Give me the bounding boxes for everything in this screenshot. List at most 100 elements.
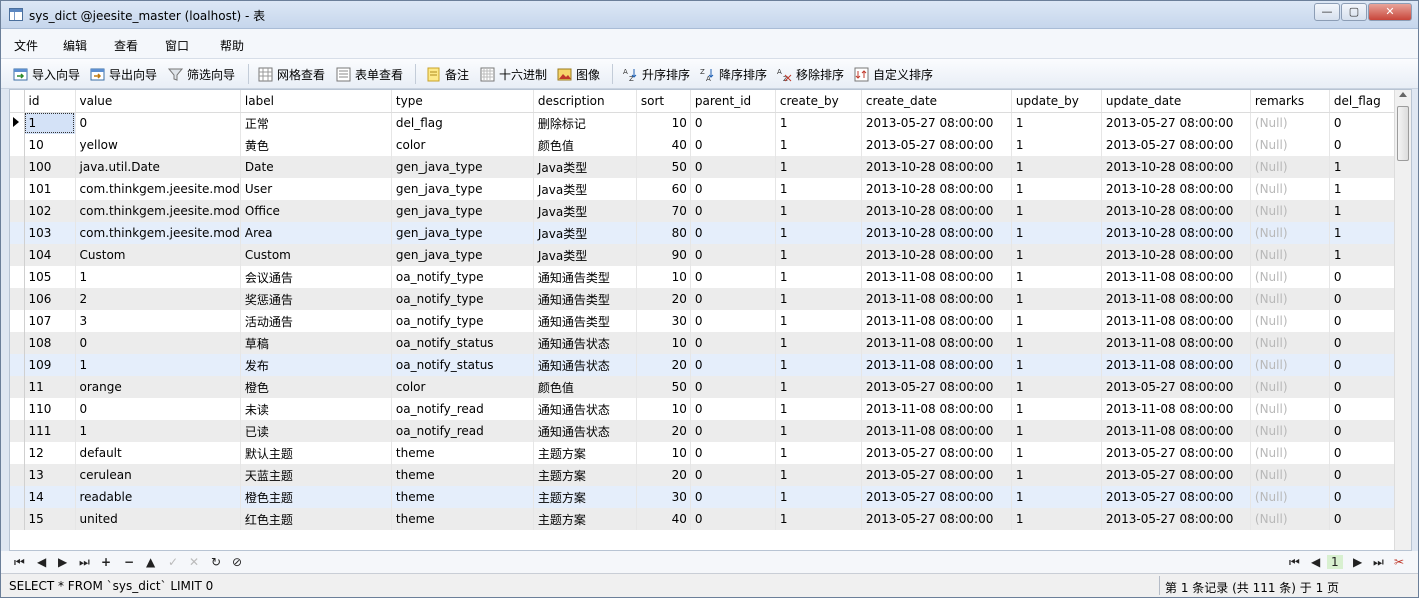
cell-type[interactable]: color (391, 376, 534, 398)
memo-button[interactable]: 备注 (426, 65, 469, 83)
cell-parent-id[interactable]: 0 (690, 332, 776, 354)
cell-update-by[interactable]: 1 (1011, 464, 1102, 486)
cell-sort[interactable]: 40 (636, 134, 691, 156)
data-grid[interactable]: id value label type description sort parent_id… (9, 89, 1412, 551)
cell-type[interactable]: oa_notify_type (391, 288, 534, 310)
cell-create-date[interactable]: 2013-11-08 08:00:00 (861, 420, 1012, 442)
cell-update-by[interactable]: 1 (1011, 134, 1102, 156)
discard-changes-icon[interactable]: ✕ (189, 555, 199, 569)
cell-label[interactable]: 橙色 (240, 376, 392, 398)
cell-update-by[interactable]: 1 (1011, 442, 1102, 464)
cell-type[interactable]: theme (391, 508, 534, 530)
cell-update-by[interactable]: 1 (1011, 376, 1102, 398)
cell-value[interactable]: com.thinkgem.jeesite.mod (75, 178, 241, 200)
cell-sort[interactable]: 30 (636, 486, 691, 508)
cell-description[interactable]: Java类型 (533, 156, 637, 178)
cell-remarks[interactable]: (Null) (1250, 310, 1330, 332)
cell-create-by[interactable]: 1 (775, 266, 862, 288)
cell-label[interactable]: Area (240, 222, 392, 244)
cell-create-by[interactable]: 1 (775, 354, 862, 376)
cell-remarks[interactable]: (Null) (1250, 464, 1330, 486)
column-header-type[interactable]: type (391, 90, 534, 113)
cell-label[interactable]: Date (240, 156, 392, 178)
import-wizard-button[interactable]: 导入向导 (13, 65, 80, 83)
cell-type[interactable]: oa_notify_status (391, 332, 534, 354)
next-record-icon[interactable]: ▶ (58, 555, 67, 569)
cell-sort[interactable]: 90 (636, 244, 691, 266)
cell-value[interactable]: yellow (75, 134, 241, 156)
cell-id[interactable]: 106 (24, 288, 76, 310)
cell-sort[interactable]: 20 (636, 420, 691, 442)
cell-id[interactable]: 111 (24, 420, 76, 442)
cell-update-date[interactable]: 2013-10-28 08:00:00 (1101, 222, 1251, 244)
cell-description[interactable]: 通知通告类型 (533, 310, 637, 332)
custom-sort-button[interactable]: 自定义排序 (854, 65, 933, 83)
cell-update-date[interactable]: 2013-10-28 08:00:00 (1101, 156, 1251, 178)
cell-label[interactable]: 未读 (240, 398, 392, 420)
cell-update-date[interactable]: 2013-10-28 08:00:00 (1101, 244, 1251, 266)
cell-id[interactable]: 109 (24, 354, 76, 376)
table-row[interactable]: 110 0 未读 oa_notify_read 通知通告状态 10 0 1 2013-11-08… (10, 398, 1406, 420)
table-row[interactable]: 103 com.thinkgem.jeesite.mod Area gen_java_… (10, 222, 1406, 244)
export-wizard-button[interactable]: 导出向导 (90, 65, 157, 83)
cell-create-by[interactable]: 1 (775, 464, 862, 486)
cell-parent-id[interactable]: 0 (690, 200, 776, 222)
cell-label[interactable]: 橙色主题 (240, 486, 392, 508)
cell-type[interactable]: gen_java_type (391, 156, 534, 178)
cell-id[interactable]: 1 (24, 112, 76, 134)
cell-sort[interactable]: 50 (636, 376, 691, 398)
row-header[interactable] (10, 398, 25, 420)
page-number[interactable]: 1 (1327, 555, 1343, 569)
add-record-icon[interactable]: + (101, 555, 111, 569)
cell-create-by[interactable]: 1 (775, 376, 862, 398)
column-header-create-date[interactable]: create_date (861, 90, 1012, 113)
row-header[interactable] (10, 200, 25, 222)
cell-value[interactable]: 1 (75, 266, 241, 288)
cell-type[interactable]: theme (391, 442, 534, 464)
table-row[interactable]: 13 cerulean 天蓝主题 theme 主题方案 20 0 1 2013-05-27 08… (10, 464, 1406, 486)
cell-type[interactable]: oa_notify_read (391, 420, 534, 442)
table-row[interactable]: 1 0 正常 del_flag 删除标记 10 0 1 2013-05-27 08:00:00 1… (10, 112, 1406, 134)
column-header-id[interactable]: id (24, 90, 76, 113)
vertical-scrollbar[interactable] (1394, 90, 1411, 550)
cell-update-by[interactable]: 1 (1011, 178, 1102, 200)
cell-description[interactable]: 通知通告状态 (533, 332, 637, 354)
cell-update-by[interactable]: 1 (1011, 288, 1102, 310)
cell-update-date[interactable]: 2013-05-27 08:00:00 (1101, 112, 1251, 134)
cell-remarks[interactable]: (Null) (1250, 200, 1330, 222)
cell-label[interactable]: Office (240, 200, 392, 222)
cell-create-date[interactable]: 2013-11-08 08:00:00 (861, 310, 1012, 332)
cell-sort[interactable]: 40 (636, 508, 691, 530)
cell-type[interactable]: gen_java_type (391, 222, 534, 244)
cell-remarks[interactable]: (Null) (1250, 222, 1330, 244)
cell-sort[interactable]: 50 (636, 156, 691, 178)
cell-sort[interactable]: 30 (636, 310, 691, 332)
menu-edit[interactable]: 编辑 (63, 37, 87, 54)
cell-description[interactable]: 主题方案 (533, 508, 637, 530)
cell-create-by[interactable]: 1 (775, 288, 862, 310)
cell-sort[interactable]: 10 (636, 332, 691, 354)
cell-id[interactable]: 108 (24, 332, 76, 354)
hex-button[interactable]: 十六进制 (480, 65, 547, 83)
cell-update-date[interactable]: 2013-10-28 08:00:00 (1101, 200, 1251, 222)
cell-parent-id[interactable]: 0 (690, 222, 776, 244)
scroll-up-icon[interactable] (1399, 92, 1407, 97)
cell-description[interactable]: Java类型 (533, 200, 637, 222)
cell-label[interactable]: 天蓝主题 (240, 464, 392, 486)
cell-update-by[interactable]: 1 (1011, 244, 1102, 266)
cell-remarks[interactable]: (Null) (1250, 178, 1330, 200)
column-header-parent-id[interactable]: parent_id (690, 90, 776, 113)
table-row[interactable]: 106 2 奖惩通告 oa_notify_type 通知通告类型 20 0 1 2013-11-… (10, 288, 1406, 310)
cell-type[interactable]: oa_notify_read (391, 398, 534, 420)
table-row[interactable]: 12 default 默认主题 theme 主题方案 10 0 1 2013-05-27 08:… (10, 442, 1406, 464)
cell-parent-id[interactable]: 0 (690, 178, 776, 200)
cell-create-by[interactable]: 1 (775, 178, 862, 200)
refresh-icon[interactable]: ↻ (211, 555, 221, 569)
cell-remarks[interactable]: (Null) (1250, 112, 1330, 134)
cell-label[interactable]: 默认主题 (240, 442, 392, 464)
cell-update-date[interactable]: 2013-10-28 08:00:00 (1101, 178, 1251, 200)
cell-label[interactable]: Custom (240, 244, 392, 266)
cell-update-by[interactable]: 1 (1011, 222, 1102, 244)
cell-update-by[interactable]: 1 (1011, 310, 1102, 332)
cell-remarks[interactable]: (Null) (1250, 332, 1330, 354)
